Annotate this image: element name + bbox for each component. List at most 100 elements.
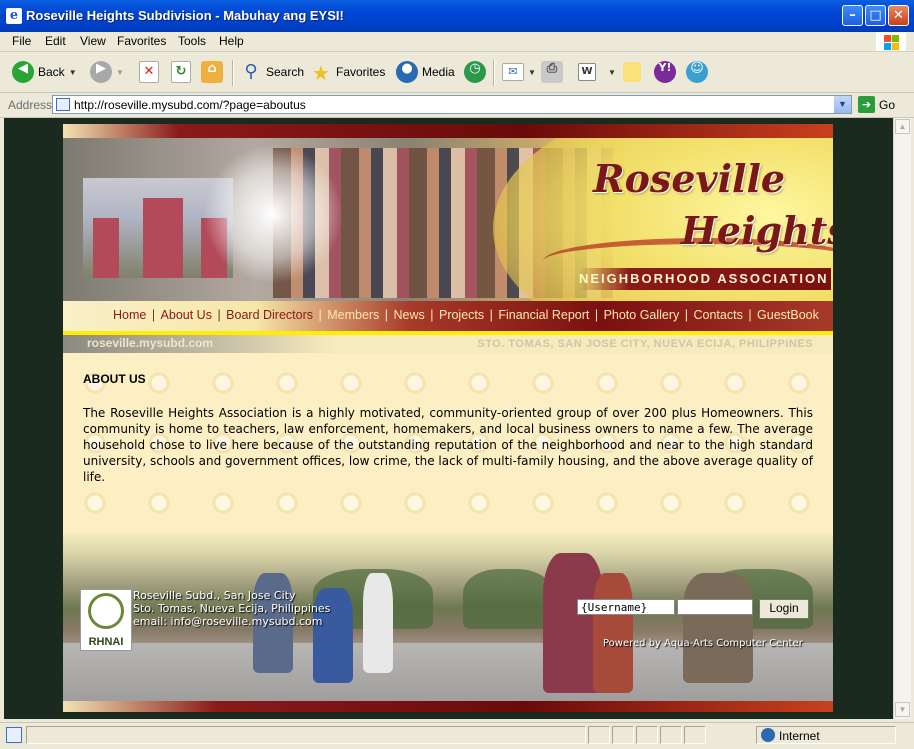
media-label: Media (422, 65, 455, 79)
address-input[interactable]: http://roseville.mysubd.com/?page=aboutu… (52, 95, 852, 114)
status-page-icon (6, 727, 22, 743)
note-icon (623, 62, 641, 82)
site-domain: roseville.mysubd.com (87, 336, 214, 350)
go-label: Go (879, 97, 896, 112)
refresh-button[interactable]: ↻ (171, 58, 191, 86)
nav-board-directors[interactable]: Board Directors (226, 308, 313, 322)
brand-title-heights: Heights (681, 208, 833, 253)
favorites-label: Favorites (336, 65, 386, 79)
media-button[interactable]: ● Media (396, 58, 455, 86)
maximize-button[interactable]: □ (865, 5, 886, 26)
nav-photo-gallery[interactable]: Photo Gallery (604, 308, 680, 322)
address-dropdown-icon[interactable]: ▼ (834, 96, 851, 113)
history-button[interactable]: ◷ (464, 58, 486, 86)
password-input[interactable] (677, 599, 753, 615)
yahoo-icon: Y! (654, 61, 676, 83)
go-arrow-icon: ➔ (858, 96, 875, 113)
nav-about-us[interactable]: About Us (161, 308, 212, 322)
login-form: Login (577, 599, 809, 619)
messenger-people-icon: ☺ (686, 61, 708, 83)
rhnai-logo-text: RHNAI (88, 636, 124, 648)
close-button[interactable]: ✕ (888, 5, 909, 26)
menu-edit[interactable]: Edit (45, 34, 66, 48)
discuss-button[interactable] (623, 58, 641, 86)
nav-home[interactable]: Home (113, 308, 146, 322)
footer-address: Roseville Subd., San Jose City Sto. Toma… (133, 589, 330, 628)
menu-file[interactable]: File (12, 34, 31, 48)
nav-projects[interactable]: Projects (439, 308, 484, 322)
favorites-star-icon: ★ (312, 61, 330, 85)
back-arrow-icon: ◀ (12, 61, 34, 83)
username-input[interactable] (577, 599, 675, 615)
security-zone: Internet (756, 726, 896, 744)
nav-financial-report[interactable]: Financial Report (498, 308, 589, 322)
stop-button[interactable]: ✕ (139, 58, 159, 86)
menu-favorites[interactable]: Favorites (117, 34, 166, 48)
bottom-stripe (63, 701, 833, 712)
back-dropdown-icon[interactable]: ▼ (69, 68, 77, 77)
nav-guestbook[interactable]: GuestBook (757, 308, 819, 322)
ie-icon: e (6, 8, 22, 24)
window-title: Roseville Heights Subdivision - Mabuhay … (26, 8, 344, 23)
address-line-2: Sto. Tomas, Nueva Ecija, Philippines (133, 602, 331, 615)
vertical-scrollbar[interactable]: ▲ ▼ (893, 118, 911, 719)
login-button[interactable]: Login (759, 599, 809, 619)
history-icon: ◷ (464, 61, 486, 83)
forward-button[interactable]: ▶ ▼ (90, 58, 124, 86)
site-container: Roseville Heights NEIGHBORHOOD ASSOCIATI… (63, 124, 833, 712)
search-button[interactable]: ⚲ Search (240, 58, 304, 86)
standard-toolbar: ◀ Back ▼ ▶ ▼ ✕ ↻ ⌂ ⚲ Search ★ Favorites … (0, 52, 914, 93)
address-label: Address (8, 98, 53, 112)
site-location: STO. TOMAS, SAN JOSE CITY, NUEVA ECIJA, … (477, 338, 813, 350)
figure-overlay (203, 144, 343, 284)
top-stripe (63, 124, 833, 138)
site-nav: Home | About Us | Board Directors | Memb… (63, 301, 833, 331)
menu-help[interactable]: Help (219, 34, 244, 48)
window-title-bar[interactable]: e Roseville Heights Subdivision - Mabuha… (0, 0, 914, 32)
nav-members[interactable]: Members (327, 308, 379, 322)
address-line-1: Roseville Subd., San Jose City (133, 589, 296, 602)
windows-flag-icon (876, 32, 906, 51)
print-icon: ⎙ (541, 61, 563, 83)
powered-by[interactable]: Powered by Aqua-Arts Computer Center (603, 638, 803, 649)
media-globe-icon: ● (396, 61, 418, 83)
menu-tools[interactable]: Tools (178, 34, 206, 48)
edit-word-button[interactable]: W ▼ (578, 58, 616, 86)
back-button[interactable]: ◀ Back ▼ (12, 58, 77, 86)
about-paragraph: The Roseville Heights Association is a h… (83, 406, 813, 484)
footer-photo: RHNAI Roseville Subd., San Jose City Sto… (63, 533, 833, 712)
brand-subtitle: NEIGHBORHOOD ASSOCIATION (579, 268, 831, 290)
favorites-button[interactable]: ★ Favorites (310, 58, 385, 86)
forward-arrow-icon: ▶ (90, 61, 112, 83)
home-icon: ⌂ (201, 61, 223, 83)
back-label: Back (38, 65, 65, 79)
edit-dropdown-icon[interactable]: ▼ (608, 68, 616, 77)
search-icon: ⚲ (244, 61, 258, 82)
nav-news[interactable]: News (394, 308, 425, 322)
refresh-icon: ↻ (171, 61, 191, 83)
forward-dropdown-icon[interactable]: ▼ (116, 68, 124, 77)
go-button[interactable]: ➔ Go (858, 96, 895, 113)
contact-email: email: info@roseville.mysubd.com (133, 615, 323, 628)
home-button[interactable]: ⌂ (201, 58, 223, 86)
search-label: Search (266, 65, 305, 79)
print-button[interactable]: ⎙ (541, 58, 563, 86)
address-url[interactable]: http://roseville.mysubd.com/?page=aboutu… (74, 98, 306, 112)
word-icon: W (578, 63, 596, 81)
rhnai-emblem-icon (88, 593, 124, 629)
rhnai-logo: RHNAI (80, 589, 132, 651)
page-icon (56, 98, 70, 111)
yahoo-messenger-button[interactable]: Y! (654, 58, 676, 86)
messenger-button[interactable]: ☺ (686, 58, 708, 86)
mail-dropdown-icon[interactable]: ▼ (528, 68, 536, 77)
menu-view[interactable]: View (80, 34, 106, 48)
scroll-up-arrow-icon[interactable]: ▲ (895, 119, 910, 134)
menu-bar: File Edit View Favorites Tools Help (0, 32, 914, 52)
status-bar: Internet (0, 722, 914, 749)
zone-label: Internet (779, 729, 820, 743)
minimize-button[interactable]: – (842, 5, 863, 26)
nav-contacts[interactable]: Contacts (694, 308, 743, 322)
scroll-down-arrow-icon[interactable]: ▼ (895, 702, 910, 717)
internet-globe-icon (761, 728, 775, 742)
mail-button[interactable]: ✉ ▼ (502, 58, 536, 86)
